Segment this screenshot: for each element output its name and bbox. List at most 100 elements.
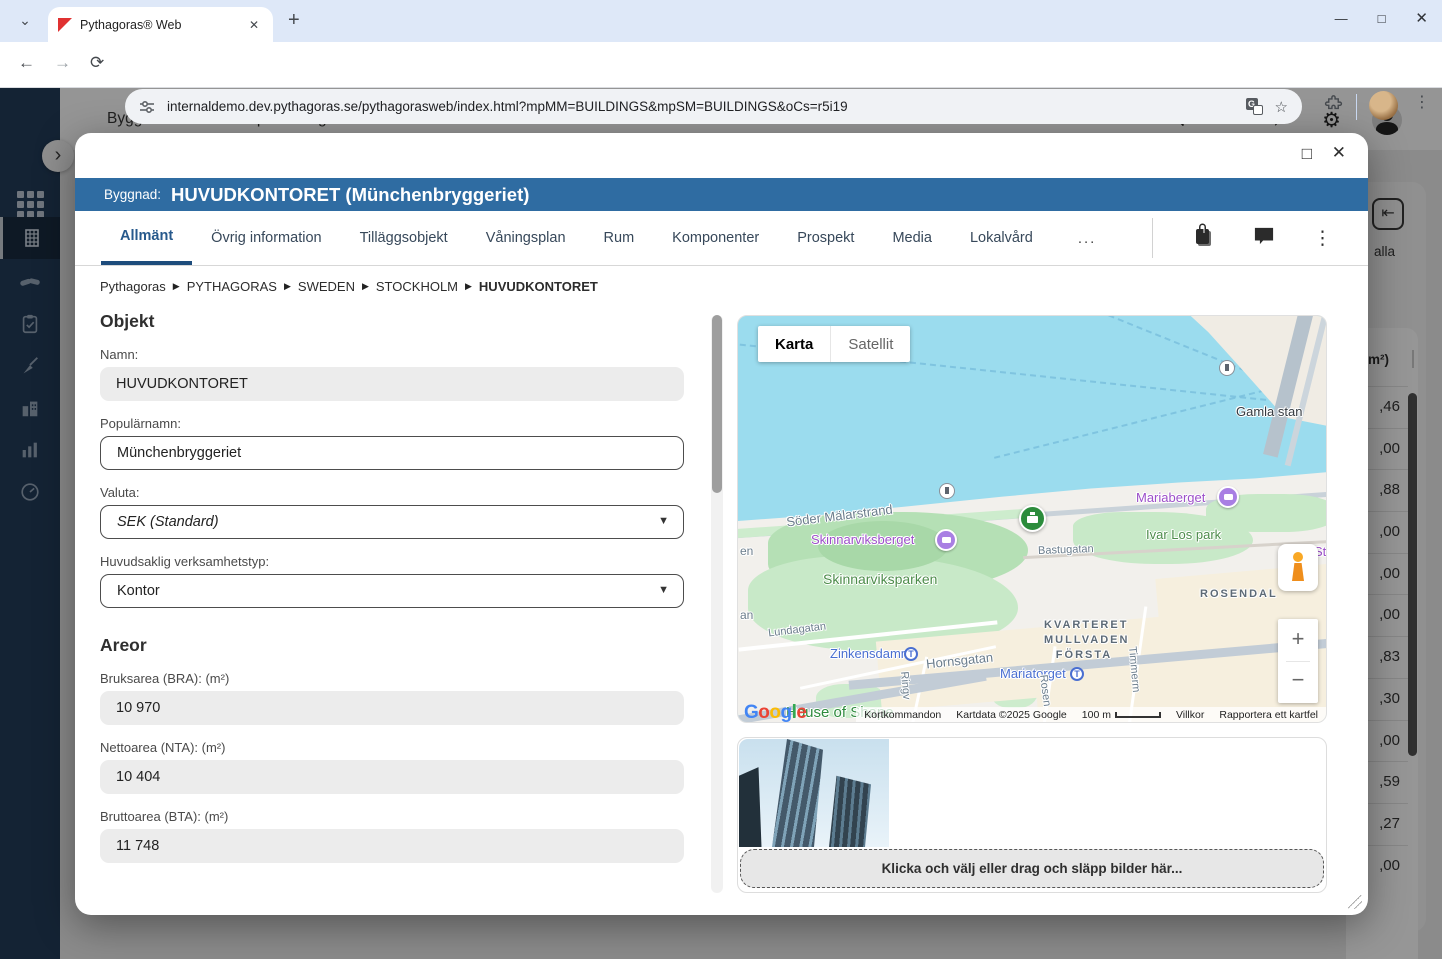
map-label-fragment: en [740, 544, 754, 558]
activity-type-select[interactable]: Kontor ▼ [100, 574, 684, 608]
object-form: Pythagoras ▶ PYTHAGORAS ▶ SWEDEN ▶ STOCK… [100, 279, 684, 863]
bra-field: 10 970 [100, 691, 684, 725]
map-label-ivar-los-park: Ivar Los park [1146, 527, 1222, 542]
report-map-error-link[interactable]: Rapportera ett kartfel [1219, 709, 1318, 721]
popular-name-field[interactable]: Münchenbryggeriet [100, 436, 684, 470]
metro-icon[interactable]: T [904, 647, 918, 661]
bta-field: 11 748 [100, 829, 684, 863]
tab-search-caret-icon[interactable]: ⌄ [12, 8, 38, 34]
keyboard-shortcuts-link[interactable]: Kortkommandon [864, 709, 941, 721]
map-zoom-control: + − [1278, 619, 1318, 703]
google-map[interactable]: Gamla stan Söder Mälarstrand Skinnarviks… [737, 315, 1327, 723]
poi-marker-mariaberget[interactable] [1217, 486, 1239, 508]
tab-media[interactable]: Media [873, 211, 951, 265]
browser-tab-strip: ⌄ Pythagoras® Web ✕ + — □ ✕ [0, 0, 1442, 42]
tab-ovrig-information[interactable]: Övrig information [192, 211, 340, 265]
dialog-title-bar: Byggnad: HUVUDKONTORET (Münchenbryggerie… [75, 178, 1368, 211]
site-settings-icon[interactable] [139, 99, 155, 115]
toolbar-divider [1152, 218, 1153, 258]
popular-name-field-label: Populärnamn: [100, 416, 181, 431]
browser-tab[interactable]: Pythagoras® Web ✕ [48, 7, 273, 42]
object-type-label: Byggnad: [104, 187, 162, 202]
breadcrumb-item[interactable]: SWEDEN [298, 279, 355, 294]
breadcrumb-separator-icon: ▶ [283, 281, 291, 291]
currency-select[interactable]: SEK (Standard) ▼ [100, 505, 684, 539]
map-label-gamla-stan: Gamla stan [1236, 404, 1303, 419]
map-label-mariaberget: Mariaberget [1136, 490, 1206, 505]
map-label-zinkensdamm: Zinkensdamm [830, 646, 912, 661]
breadcrumb-item[interactable]: Pythagoras [100, 279, 166, 294]
dialog-maximize-icon[interactable]: □ [1302, 144, 1312, 164]
map-type-satellit-button[interactable]: Satellit [830, 326, 910, 362]
monument-icon[interactable] [1219, 360, 1235, 376]
zoom-in-button[interactable]: + [1278, 626, 1318, 652]
browser-toolbar: ← → ⟳ internaldemo.dev.pythagoras.se/pyt… [0, 42, 1442, 124]
tab-rum[interactable]: Rum [585, 211, 654, 265]
more-tabs-button[interactable]: ... [1052, 211, 1123, 265]
browser-profile-avatar[interactable] [1369, 91, 1398, 120]
building-location-marker[interactable] [1019, 505, 1046, 532]
section-heading-objekt: Objekt [100, 311, 155, 331]
attachment-icon[interactable] [1191, 223, 1215, 254]
back-icon[interactable]: ← [18, 53, 35, 73]
breadcrumb-item[interactable]: STOCKHOLM [376, 279, 458, 294]
map-label-fragment: an [740, 608, 754, 622]
bta-field-label: Bruttoarea (BTA): (m²) [100, 809, 229, 824]
map-data-label: Kartdata ©2025 Google [956, 708, 1067, 721]
window-maximize-icon[interactable]: □ [1378, 11, 1386, 26]
pegman-icon[interactable] [1292, 552, 1304, 581]
tab-vaningsplan[interactable]: Våningsplan [467, 211, 585, 265]
dialog-title: HUVUDKONTORET (Münchenbryggeriet) [171, 183, 530, 205]
dialog-resize-handle[interactable] [1348, 895, 1362, 909]
window-close-icon[interactable]: ✕ [1415, 9, 1428, 27]
new-tab-button[interactable]: + [288, 9, 300, 32]
chevron-down-icon: ▼ [658, 515, 669, 527]
tab-allmant[interactable]: Allmänt [101, 211, 193, 265]
nta-field: 10 404 [100, 760, 684, 794]
poi-marker-skinnarviksberget[interactable] [935, 529, 957, 551]
dialog-close-icon[interactable]: ✕ [1332, 143, 1346, 163]
map-label-kvarteret: KVARTERET MULLVADEN FÖRSTA [1044, 619, 1130, 661]
tab-lokalvard[interactable]: Lokalvård [951, 211, 1052, 265]
tab-prospekt[interactable]: Prospekt [778, 211, 873, 265]
scale-bar [1114, 711, 1161, 718]
dialog-tab-bar: Allmänt Övrig information Tilläggsobjekt… [75, 211, 1368, 266]
tab-title: Pythagoras® Web [80, 17, 182, 32]
extensions-icon[interactable] [1324, 95, 1343, 119]
breadcrumb-current: HUVUDKONTORET [478, 279, 598, 294]
metro-icon[interactable]: T [1070, 667, 1084, 681]
tab-komponenter[interactable]: Komponenter [653, 211, 778, 265]
breadcrumb: Pythagoras ▶ PYTHAGORAS ▶ SWEDEN ▶ STOCK… [100, 279, 684, 294]
map-label-bastugatan: Bastugatan [1037, 543, 1094, 557]
terms-link[interactable]: Villkor [1176, 709, 1204, 721]
tab-close-icon[interactable]: ✕ [245, 16, 263, 34]
toolbar-divider [1356, 94, 1357, 120]
bookmark-star-icon[interactable]: ☆ [1275, 98, 1288, 116]
breadcrumb-separator-icon: ▶ [172, 281, 180, 291]
translate-icon[interactable]: G [1245, 98, 1263, 115]
google-logo[interactable]: Google [744, 702, 807, 722]
street-view-control[interactable] [1278, 544, 1318, 591]
forward-icon[interactable]: → [54, 53, 71, 73]
building-photo-thumbnail[interactable] [739, 739, 889, 847]
map-scale: 100 m [1082, 709, 1161, 721]
image-dropzone[interactable]: Klicka och välj eller drag och släpp bil… [740, 849, 1324, 888]
url-text[interactable]: internaldemo.dev.pythagoras.se/pythagora… [167, 99, 1234, 114]
tab-tillaggsobjekt[interactable]: Tilläggsobjekt [341, 211, 467, 265]
address-bar[interactable]: internaldemo.dev.pythagoras.se/pythagora… [125, 89, 1302, 124]
map-type-karta-button[interactable]: Karta [758, 326, 830, 362]
image-upload-card: Klicka och välj eller drag och släpp bil… [737, 737, 1327, 893]
form-scrollbar-thumb[interactable] [712, 315, 722, 493]
breadcrumb-separator-icon: ▶ [465, 281, 472, 291]
monument-icon[interactable] [939, 483, 955, 499]
window-minimize-icon[interactable]: — [1335, 11, 1348, 26]
form-scrollbar[interactable] [711, 315, 723, 893]
bra-field-label: Bruksarea (BRA): (m²) [100, 671, 230, 686]
reload-icon[interactable]: ⟳ [90, 53, 104, 73]
map-label-skinnarviksparken: Skinnarviksparken [823, 571, 938, 587]
kebab-menu-icon[interactable]: ⋮ [1313, 227, 1332, 250]
comment-icon[interactable] [1253, 226, 1275, 251]
breadcrumb-item[interactable]: PYTHAGORAS [187, 279, 277, 294]
zoom-out-button[interactable]: − [1278, 667, 1318, 693]
browser-menu-icon[interactable]: ⋮ [1414, 92, 1430, 112]
